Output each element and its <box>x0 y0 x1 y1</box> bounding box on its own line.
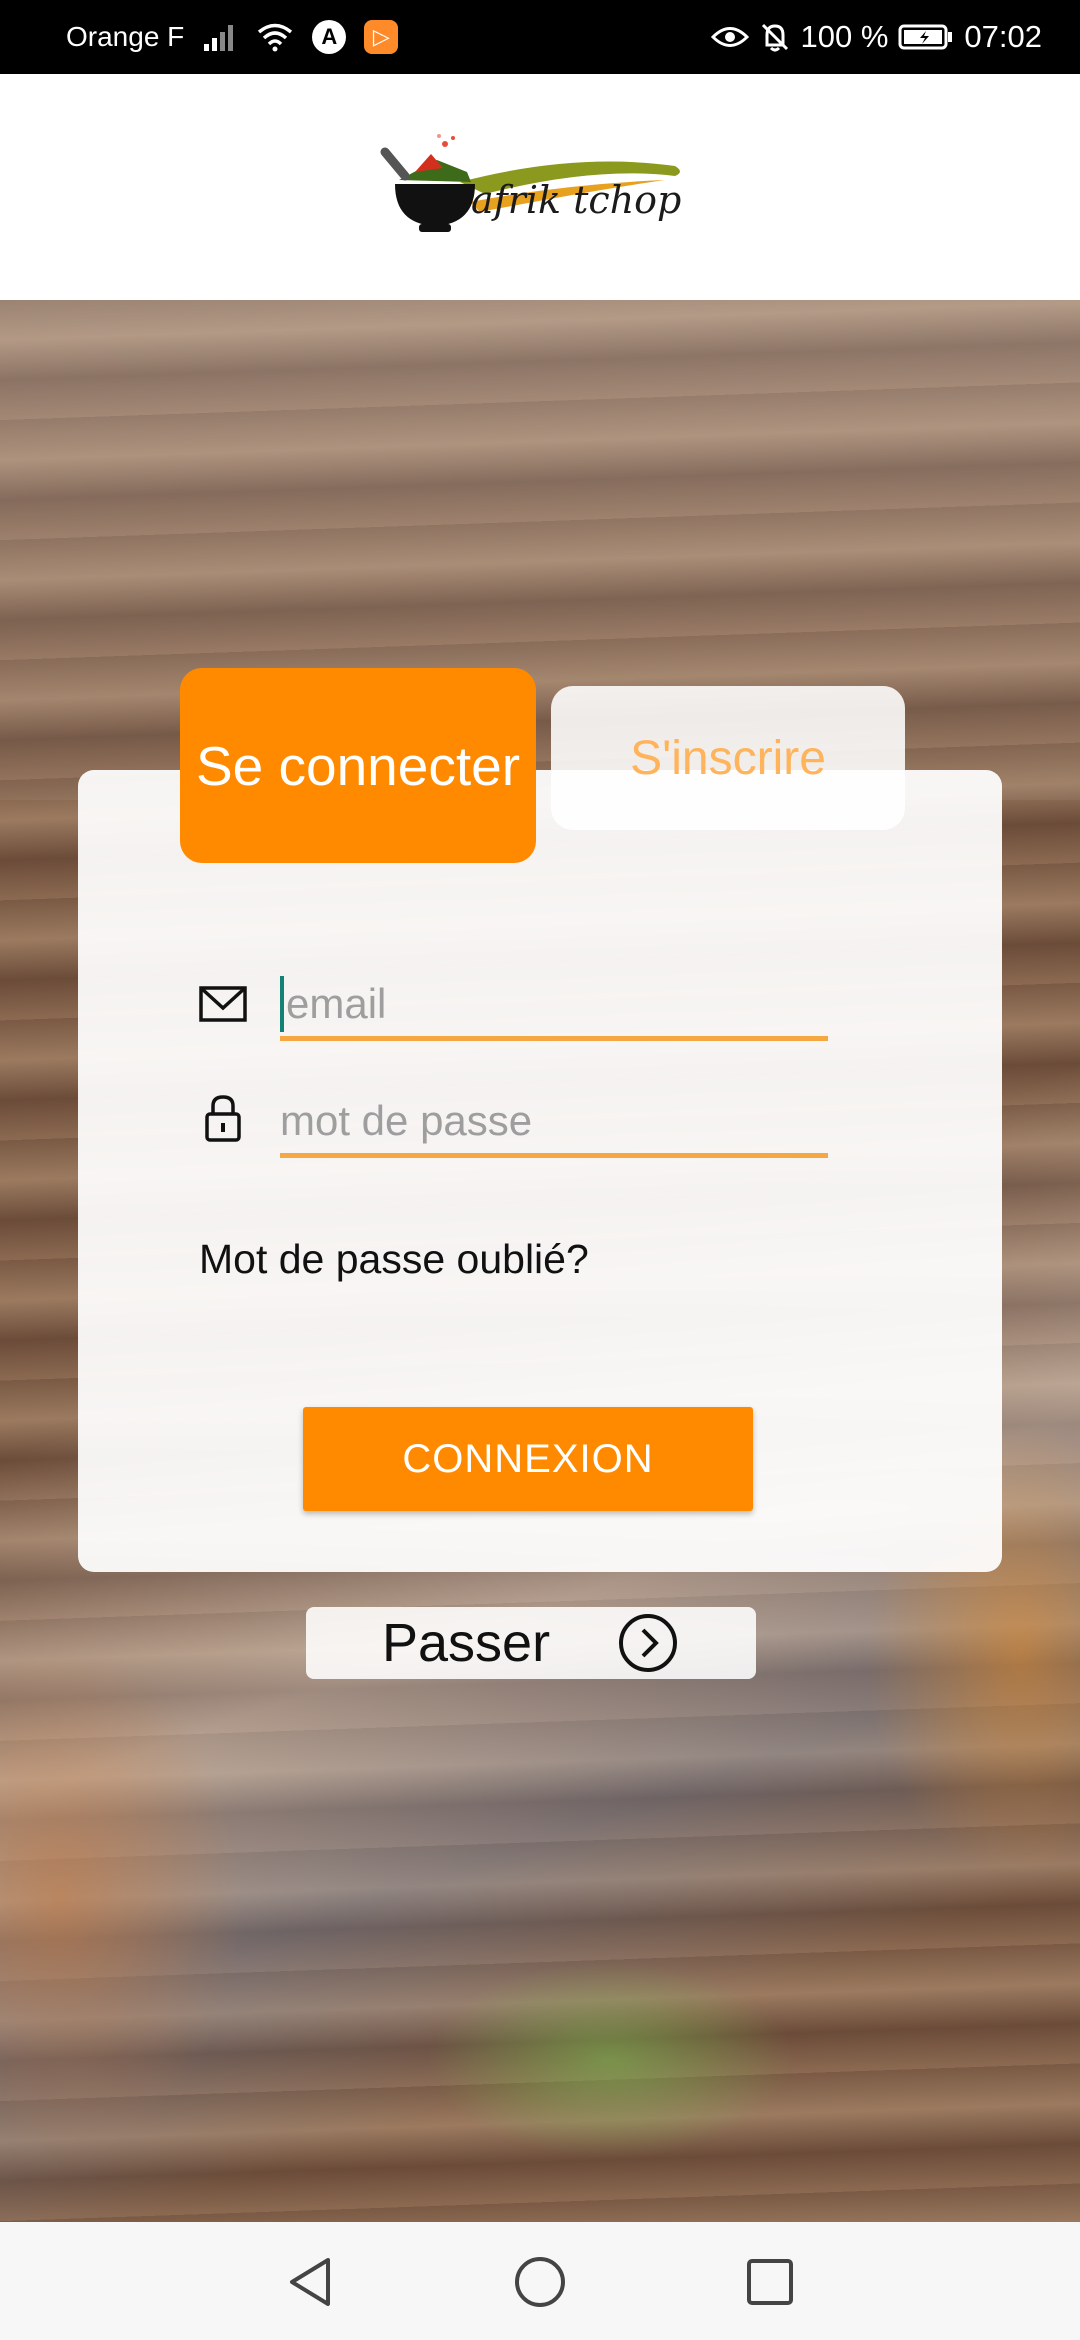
eye-icon <box>710 24 749 50</box>
app-a-icon: A <box>312 20 347 54</box>
tab-login[interactable]: Se connecter <box>180 668 536 863</box>
skip-button[interactable]: Passer <box>306 1607 756 1679</box>
logo-text: afrik tchop <box>471 178 682 222</box>
skip-label: Passer <box>382 1613 551 1673</box>
back-icon[interactable] <box>282 2254 338 2310</box>
forgot-password-link[interactable]: Mot de passe oublié? <box>199 1236 589 1283</box>
email-field[interactable]: email <box>280 972 828 1041</box>
password-field[interactable]: mot de passe <box>280 1089 828 1158</box>
connexion-button[interactable]: CONNEXION <box>303 1407 753 1511</box>
app-header: afrik tchop <box>0 74 1080 300</box>
email-placeholder: email <box>286 980 387 1027</box>
status-left: Orange F A ▷ <box>66 0 399 74</box>
app-play-icon: ▷ <box>364 20 399 54</box>
bell-off-icon <box>759 21 791 53</box>
system-nav-bar <box>0 2222 1080 2340</box>
lock-icon <box>197 1092 249 1144</box>
recents-icon[interactable] <box>742 2254 798 2310</box>
chevron-right-circle-icon <box>618 1613 678 1673</box>
signal-icon <box>202 22 238 52</box>
battery-icon <box>898 23 954 51</box>
clock: 07:02 <box>964 19 1042 54</box>
wifi-icon <box>256 22 294 52</box>
carrier-name: Orange F <box>66 21 185 52</box>
home-icon[interactable] <box>512 2254 568 2310</box>
background-overlay <box>0 300 1080 800</box>
status-bar: Orange F A ▷ 100 % 07:02 <box>0 0 1080 74</box>
tab-signup[interactable]: S'inscrire <box>551 686 905 830</box>
password-placeholder: mot de passe <box>280 1097 533 1144</box>
app-logo: afrik tchop <box>375 132 705 242</box>
battery-percent: 100 % <box>800 19 889 54</box>
envelope-icon <box>197 978 249 1030</box>
status-right: 100 % 07:02 <box>710 0 1042 74</box>
text-caret <box>280 976 284 1032</box>
